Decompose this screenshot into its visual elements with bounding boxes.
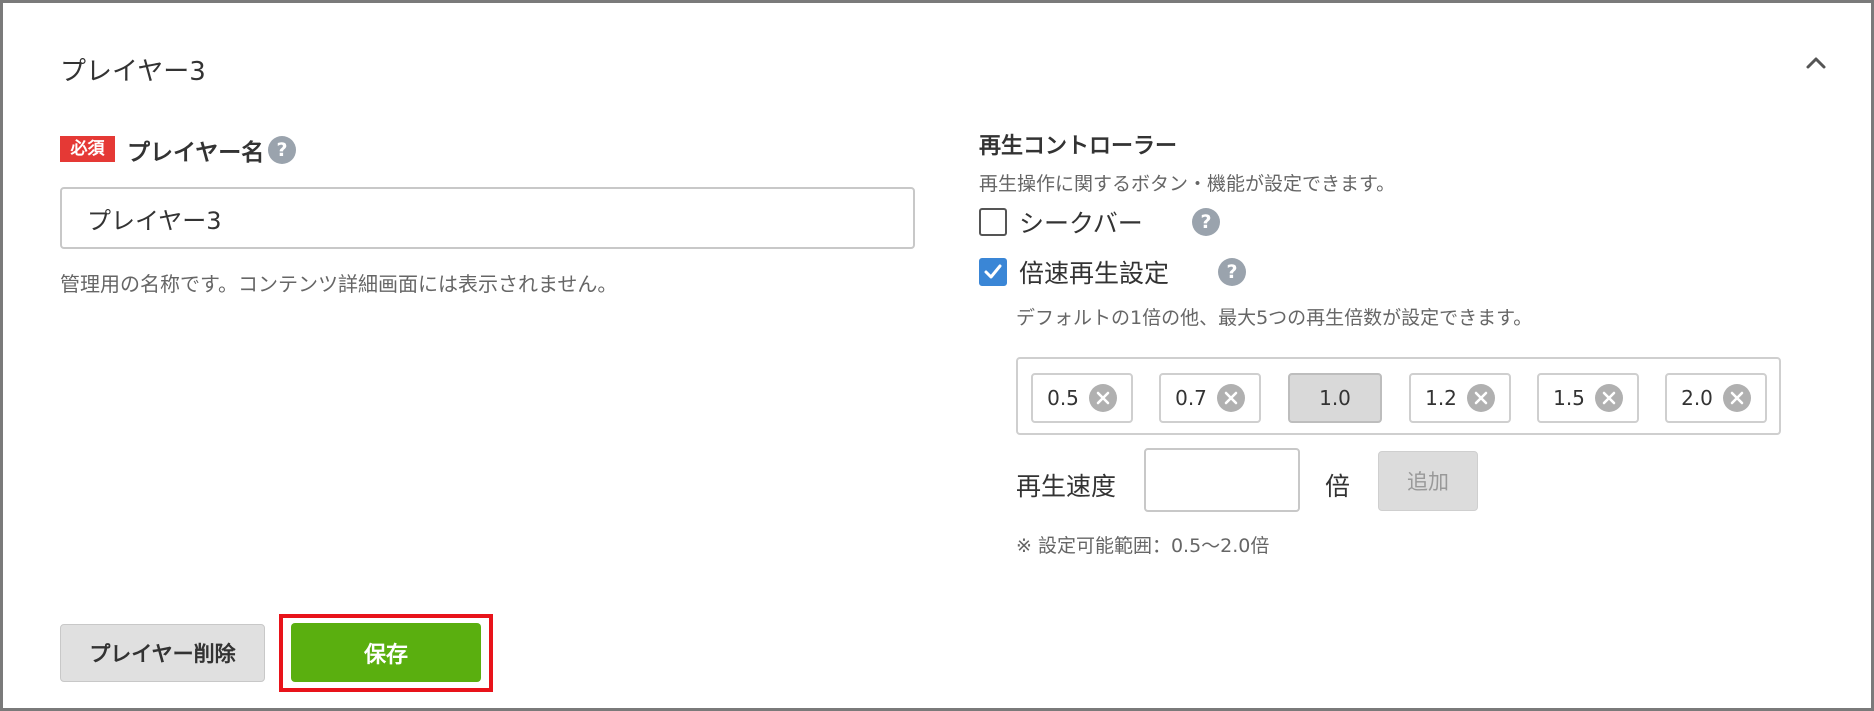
close-circle-icon[interactable]: [1594, 384, 1623, 412]
controller-title: 再生コントローラー: [979, 134, 1178, 159]
player-name-hint: 管理用の名称です。コンテンツ詳細画面には表示されません。: [60, 272, 618, 296]
speed-chip: 1.5: [1537, 373, 1639, 423]
seekbar-option[interactable]: シークバー: [979, 207, 1143, 238]
speed-range-note: ※ 設定可能範囲：0.5〜2.0倍: [1016, 535, 1270, 557]
speed-input[interactable]: [1144, 448, 1300, 512]
question-icon[interactable]: ?: [1218, 258, 1246, 286]
speed-label: 倍速再生設定: [1019, 259, 1170, 288]
close-circle-icon[interactable]: [1088, 384, 1117, 412]
close-circle-icon[interactable]: [1466, 384, 1495, 412]
question-icon[interactable]: ?: [1192, 208, 1220, 236]
close-circle-icon[interactable]: [1722, 384, 1751, 412]
speed-option[interactable]: 倍速再生設定: [979, 257, 1170, 288]
speed-chip-value: 1.0: [1319, 386, 1351, 410]
save-button[interactable]: 保存: [291, 623, 481, 682]
speed-chip-value: 1.2: [1425, 386, 1457, 410]
speed-chip: 2.0: [1665, 373, 1767, 423]
speed-chip-list: 0.5 0.7 1.0 1.2 1.5 2.0: [1016, 357, 1781, 435]
checkmark-icon: [984, 264, 1002, 279]
required-badge: 必須: [60, 136, 115, 162]
seekbar-checkbox[interactable]: [979, 208, 1007, 236]
player-settings-panel: プレイヤー3 必須 プレイヤー名 ? 管理用の名称です。コンテンツ詳細画面には表…: [0, 0, 1874, 711]
speed-chip-value: 2.0: [1681, 386, 1713, 410]
speed-chip-value: 0.7: [1175, 386, 1207, 410]
speed-description: デフォルトの1倍の他、最大5つの再生倍数が設定できます。: [1016, 307, 1533, 329]
speed-chip: 0.7: [1159, 373, 1261, 423]
player-name-input[interactable]: [60, 187, 915, 249]
add-speed-button[interactable]: 追加: [1378, 451, 1478, 511]
player-name-label: プレイヤー名: [127, 140, 265, 166]
controller-description: 再生操作に関するボタン・機能が設定できます。: [979, 173, 1396, 195]
question-icon[interactable]: ?: [268, 136, 296, 164]
speed-input-label: 再生速度: [1016, 472, 1117, 501]
speed-unit: 倍: [1325, 472, 1351, 501]
panel-title: プレイヤー3: [60, 57, 206, 87]
speed-chip: 0.5: [1031, 373, 1133, 423]
close-circle-icon[interactable]: [1216, 384, 1245, 412]
speed-chip-value: 1.5: [1553, 386, 1585, 410]
speed-chip: 1.2: [1409, 373, 1511, 423]
speed-checkbox[interactable]: [979, 258, 1007, 286]
seekbar-label: シークバー: [1019, 209, 1143, 238]
speed-chip-value: 0.5: [1047, 386, 1079, 410]
delete-player-button[interactable]: プレイヤー削除: [60, 624, 265, 682]
chevron-up-icon[interactable]: [1800, 47, 1832, 79]
speed-chip-default: 1.0: [1288, 373, 1382, 423]
